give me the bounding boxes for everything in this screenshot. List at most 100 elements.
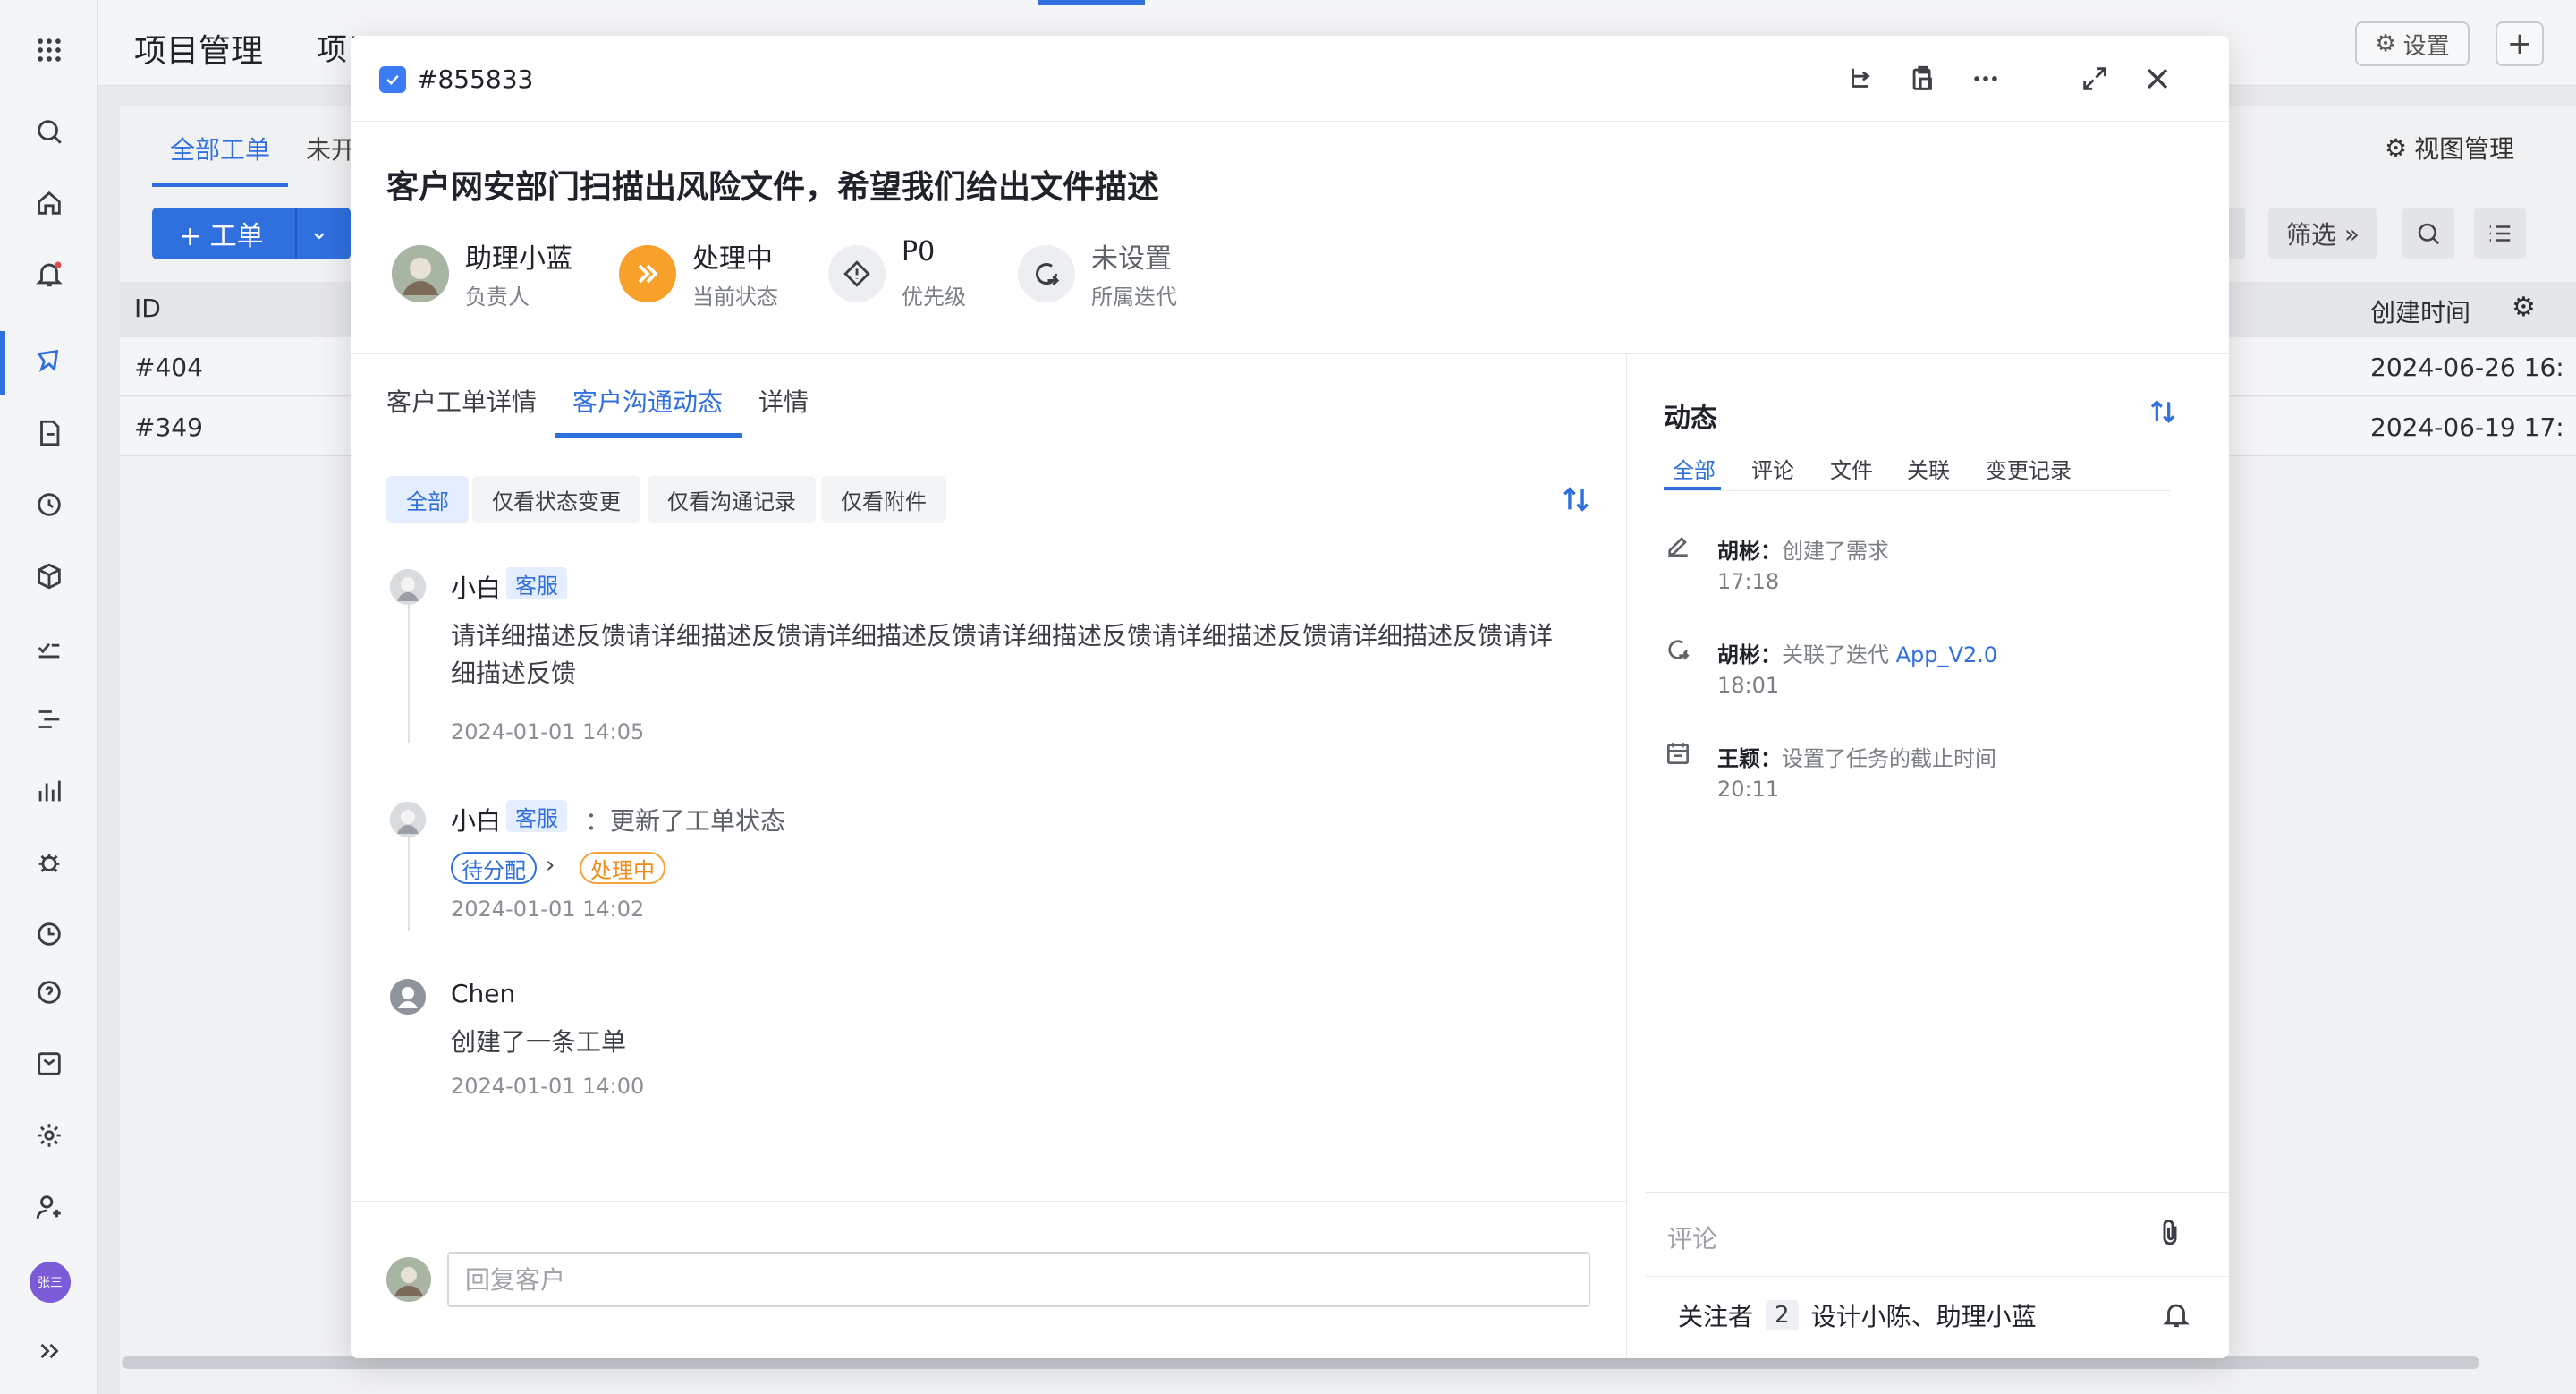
activity-text-prefix: 关联了迭代: [1782, 642, 1896, 667]
message-text: 请详细描述反馈请详细描述反馈请详细描述反馈请详细描述反馈请详细描述反馈请详细描述…: [451, 621, 1554, 688]
column-settings-icon[interactable]: ⚙: [2512, 292, 2536, 323]
tab-details[interactable]: 详情: [758, 383, 809, 419]
sort-icon[interactable]: [1558, 481, 1594, 517]
priority-diamond-icon: [828, 245, 886, 302]
double-arrow-right-icon: [619, 245, 676, 302]
activity-tab-files[interactable]: 文件: [1830, 453, 1873, 484]
filter-attachments[interactable]: 仅看附件: [821, 476, 946, 523]
apps-grid-icon[interactable]: [28, 29, 71, 72]
avatar: [390, 979, 426, 1015]
activity-actor: 王颖：: [1717, 746, 1782, 771]
search-icon[interactable]: [28, 110, 71, 153]
tab-underline: [152, 183, 288, 187]
help-icon[interactable]: [28, 971, 71, 1014]
comment-input[interactable]: [1667, 1219, 2132, 1258]
meta-owner[interactable]: 助理小蓝 负责人: [392, 236, 606, 317]
activity-tab-all[interactable]: 全部: [1673, 453, 1716, 484]
user-avatar[interactable]: 张三: [30, 1262, 71, 1303]
filter-all[interactable]: 全部: [386, 476, 469, 523]
ticket-id: #855833: [417, 64, 534, 94]
activity-text: 关联了迭代 App_V2.0: [1782, 637, 1997, 668]
iteration-link[interactable]: App_V2.0: [1896, 642, 1997, 667]
followers-count: 2: [1766, 1300, 1799, 1330]
status-tag-to: 处理中: [580, 852, 665, 884]
new-workorder-button[interactable]: + 工单 ⌄: [152, 208, 351, 259]
role-badge: 客服: [506, 800, 567, 832]
new-workorder-label: + 工单: [179, 221, 264, 252]
filter-communication[interactable]: 仅看沟通记录: [648, 476, 816, 523]
list-tree-icon[interactable]: [28, 698, 71, 741]
fullscreen-icon[interactable]: [2077, 61, 2113, 97]
status-value: 处理中: [692, 243, 773, 275]
iteration-icon: [1662, 633, 1694, 666]
activity-title: 动态: [1664, 403, 1717, 434]
settings-label: 设置: [2402, 32, 2450, 60]
horizontal-scrollbar[interactable]: [122, 1356, 2479, 1369]
search-button[interactable]: [2402, 208, 2454, 259]
gear-icon[interactable]: [28, 1114, 71, 1157]
edit-icon: [1662, 530, 1694, 562]
owner-value: 助理小蓝: [465, 243, 572, 275]
status-tag-from: 待分配: [451, 852, 537, 884]
hierarchy-icon[interactable]: [1843, 61, 1878, 97]
inbox-icon[interactable]: [28, 1042, 71, 1085]
column-id[interactable]: ID: [134, 293, 161, 323]
current-user-avatar: [386, 1257, 431, 1302]
add-button[interactable]: +: [2496, 21, 2544, 66]
message-time: 2024-01-01 14:05: [451, 719, 645, 744]
tab-customer-ticket-detail[interactable]: 客户工单详情: [386, 383, 537, 419]
clock-icon[interactable]: [28, 913, 71, 956]
tab-customer-communication[interactable]: 客户沟通动态: [572, 383, 723, 419]
checklist-icon[interactable]: [28, 626, 71, 669]
activity-text: 设置了任务的截止时间: [1782, 746, 1996, 771]
gear-icon: ⚙: [2375, 30, 2396, 57]
home-icon[interactable]: [28, 182, 71, 225]
owner-avatar: [392, 245, 449, 302]
filter-label: 筛选: [2285, 220, 2336, 250]
column-created-time[interactable]: 创建时间: [2370, 293, 2470, 329]
settings-button[interactable]: ⚙ 设置: [2355, 21, 2470, 66]
iteration-icon[interactable]: [28, 483, 71, 526]
tab-all-workorders[interactable]: 全部工单: [170, 131, 270, 166]
bar-chart-icon[interactable]: [28, 769, 71, 812]
tab-unopened[interactable]: 未开: [306, 131, 356, 166]
rail-active-indicator: [0, 331, 5, 395]
active-nav-indicator: [1038, 0, 1145, 5]
activity-text: 创建了需求: [1782, 539, 1889, 564]
meta-priority[interactable]: P0 优先级: [828, 236, 1007, 317]
filter-button[interactable]: 筛选 »: [2268, 208, 2377, 259]
more-options-icon[interactable]: [1968, 61, 2004, 97]
add-user-icon[interactable]: [28, 1186, 71, 1228]
activity-time: 17:18: [1717, 569, 1780, 594]
chevron-down-icon[interactable]: ⌄: [309, 218, 329, 245]
list-view-button[interactable]: [2474, 208, 2526, 259]
activity-tab-changelog[interactable]: 变更记录: [1986, 453, 2072, 484]
attachment-clip-icon[interactable]: [2154, 1217, 2190, 1253]
reply-customer-input[interactable]: [447, 1252, 1590, 1307]
package-icon[interactable]: [28, 555, 71, 598]
filter-status-changes[interactable]: 仅看状态变更: [472, 476, 640, 523]
row-created: 2024-06-19 17:: [2370, 412, 2564, 442]
activity-tab-links[interactable]: 关联: [1907, 453, 1950, 484]
workorder-icon[interactable]: [28, 340, 71, 383]
row-created: 2024-06-26 16:: [2370, 353, 2564, 382]
meta-status[interactable]: 处理中 当前状态: [619, 236, 816, 317]
notification-bell-icon[interactable]: [28, 252, 71, 295]
followers-names: 设计小陈、助理小蓝: [1810, 1302, 2037, 1331]
bug-icon[interactable]: [28, 841, 71, 884]
document-icon[interactable]: [28, 412, 71, 455]
owner-label: 负责人: [465, 285, 530, 310]
meta-iteration[interactable]: 未设置 所属迭代: [1018, 236, 1224, 317]
activity-tab-comments[interactable]: 评论: [1751, 453, 1794, 484]
copy-link-icon[interactable]: [1905, 61, 1941, 97]
row-id: #349: [134, 412, 203, 442]
expand-rail-icon[interactable]: [28, 1330, 71, 1373]
followers-row[interactable]: 关注者 2 设计小陈、助理小蓝: [1678, 1297, 2037, 1333]
sort-icon[interactable]: [2145, 394, 2181, 429]
activity-actor: 胡彬：: [1717, 539, 1782, 564]
notification-bell-icon[interactable]: [2161, 1299, 2193, 1331]
close-icon[interactable]: [2140, 61, 2175, 97]
search-icon: [2418, 223, 2440, 245]
view-manage-button[interactable]: ⚙ 视图管理: [2385, 130, 2514, 166]
message-time: 2024-01-01 14:00: [451, 1074, 645, 1099]
